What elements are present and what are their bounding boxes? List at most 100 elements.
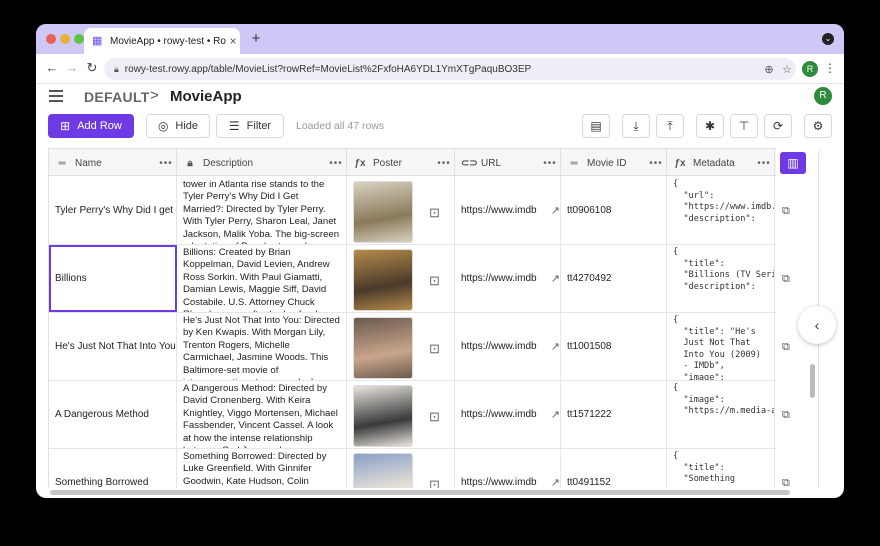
maximize-window-button[interactable] [74,34,84,44]
open-in-new-icon[interactable]: ↗ [551,272,560,285]
name-cell[interactable]: A Dangerous Method [49,381,177,448]
add-photo-icon[interactable]: ⊡ [429,341,440,357]
column-header[interactable]: ƒx Poster ••• [347,149,455,177]
tab-search-icon[interactable]: ⌄ [822,33,834,45]
open-in-new-icon[interactable]: ↗ [551,204,560,217]
poster-thumbnail[interactable] [353,249,413,311]
url-cell[interactable]: https://www.imdb ↗ [455,449,561,488]
url-cell[interactable]: https://www.imdb ↗ [455,245,561,312]
metadata-cell[interactable]: { "title": "He's Just Not That Into You … [667,313,775,380]
poster-cell[interactable]: ⊡ [347,449,455,488]
back-arrow-icon[interactable]: ← [44,60,60,75]
zoom-icon[interactable]: ⊕ [760,63,778,76]
duplicate-row-icon[interactable]: ⧉ [782,477,790,490]
filter-button[interactable]: ☰ Filter [216,114,284,138]
new-tab-button[interactable]: + [248,30,264,47]
url-cell[interactable]: https://www.imdb ↗ [455,177,561,244]
description-cell[interactable]: tower in Atlanta rise stands to the Tyle… [177,177,347,244]
poster-cell[interactable]: ⊡ [347,245,455,312]
duplicate-row-icon[interactable]: ⧉ [782,409,790,422]
duplicate-row-icon[interactable]: ⧉ [782,273,790,286]
add-photo-icon[interactable]: ⊡ [429,273,440,289]
browser-profile-avatar[interactable]: R [802,61,818,77]
description-cell[interactable]: Something Borrowed: Directed by Luke Gre… [177,449,347,488]
browser-menu-icon[interactable]: ⋮ [824,61,836,75]
forward-arrow-icon[interactable]: → [64,60,80,75]
webhooks-icon[interactable]: ⊤ [730,114,758,138]
column-menu-icon[interactable]: ••• [540,158,560,169]
name-cell[interactable]: Tyler Perry's Why Did I get M [49,177,177,244]
poster-cell[interactable]: ⊡ [347,381,455,448]
name-cell[interactable]: He's Just Not That Into You [49,313,177,380]
hide-columns-button[interactable]: ◎ Hide [146,114,210,138]
address-bar[interactable]: 🔒︎ rowy-test.rowy.app/table/MovieList?ro… [104,58,796,80]
name-cell[interactable]: Billions [49,245,177,312]
metadata-cell[interactable]: { "image": "https://m.media-amazon.com/i… [667,381,775,448]
horizontal-scrollbar[interactable] [50,490,790,495]
movie-id-cell[interactable]: tt4270492 [561,245,667,312]
poster-thumbnail[interactable] [353,453,413,488]
column-header[interactable]: ⊂⊃ URL ••• [455,149,561,177]
poster-cell[interactable]: ⊡ [347,313,455,380]
add-photo-icon[interactable]: ⊡ [429,409,440,425]
url-cell[interactable]: https://www.imdb ↗ [455,313,561,380]
table-row[interactable]: Billions Billions: Created by Brian Koppe… [49,245,776,313]
table-view-icon[interactable]: ▤ [582,114,610,138]
browser-tab[interactable]: ▦ MovieApp • rowy-test • Rowy × [84,28,240,54]
column-menu-icon[interactable]: ••• [434,158,454,169]
column-menu-icon[interactable]: ••• [326,158,346,169]
column-header[interactable]: ƒx Metadata ••• [667,149,775,177]
description-cell[interactable]: He's Just Not That Into You: Directed by… [177,313,347,380]
close-tab-icon[interactable]: × [226,34,240,48]
poster-thumbnail[interactable] [353,317,413,379]
table-row[interactable]: Something Borrowed Something Borrowed: Di… [49,449,776,488]
settings-gear-icon[interactable]: ⚙ [804,114,832,138]
duplicate-row-icon[interactable]: ⧉ [782,341,790,354]
metadata-cell[interactable]: { "title": "Something [667,449,775,488]
metadata-cell[interactable]: { "title": "Billions (TV Series 2016- ) … [667,245,775,312]
column-header[interactable]: ═ Movie ID ••• [561,149,667,177]
metadata-cell[interactable]: { "url": "https://www.imdb.com/title/tt0… [667,177,775,244]
name-cell[interactable]: Something Borrowed [49,449,177,488]
add-photo-icon[interactable]: ⊡ [429,477,440,488]
reload-icon[interactable]: ↻ [84,60,100,76]
url-cell[interactable]: https://www.imdb ↗ [455,381,561,448]
minimize-window-button[interactable] [60,34,70,44]
column-header-label: Poster [373,157,402,169]
refresh-icon[interactable]: ⟳ [764,114,792,138]
table-row[interactable]: A Dangerous Method A Dangerous Method: Di… [49,381,776,449]
add-row-button[interactable]: ⊞ Add Row [48,114,134,138]
column-header[interactable]: 🔒︎ Description ••• [177,149,347,177]
column-menu-icon[interactable]: ••• [754,158,774,169]
column-menu-icon[interactable]: ••• [156,158,176,169]
bookmark-star-icon[interactable]: ☆ [778,63,796,76]
description-cell[interactable]: Billions: Created by Brian Koppelman, Da… [177,245,347,312]
duplicate-row-icon[interactable]: ⧉ [782,205,790,218]
vertical-scrollbar[interactable] [810,364,815,398]
open-in-new-icon[interactable]: ↗ [551,408,560,421]
column-menu-icon[interactable]: ••• [646,158,666,169]
avatar[interactable]: R [814,87,832,105]
column-header[interactable]: ═ Name ••• [49,149,177,177]
poster-thumbnail[interactable] [353,181,413,243]
menu-icon[interactable] [49,90,63,102]
poster-cell[interactable]: ⊡ [347,177,455,244]
poster-thumbnail[interactable] [353,385,413,447]
movie-id-cell[interactable]: tt0491152 [561,449,667,488]
add-photo-icon[interactable]: ⊡ [429,205,440,221]
breadcrumb-section[interactable]: DEFAULT [84,89,150,105]
description-cell[interactable]: A Dangerous Method: Directed by David Cr… [177,381,347,448]
movie-id-cell[interactable]: tt1571222 [561,381,667,448]
chevron-left-icon[interactable]: ‹ [798,306,836,344]
import-icon[interactable]: ⤓ [622,114,650,138]
add-column-button[interactable]: ▥ [780,152,806,174]
export-icon[interactable]: ⤒ [656,114,684,138]
table-row[interactable]: Tyler Perry's Why Did I get M tower in At… [49,177,776,245]
close-window-button[interactable] [46,34,56,44]
table-row[interactable]: He's Just Not That Into You He's Just Not… [49,313,776,381]
extensions-icon[interactable]: ✱ [696,114,724,138]
movie-id-cell[interactable]: tt0906108 [561,177,667,244]
open-in-new-icon[interactable]: ↗ [551,476,560,488]
movie-id-cell[interactable]: tt1001508 [561,313,667,380]
open-in-new-icon[interactable]: ↗ [551,340,560,353]
